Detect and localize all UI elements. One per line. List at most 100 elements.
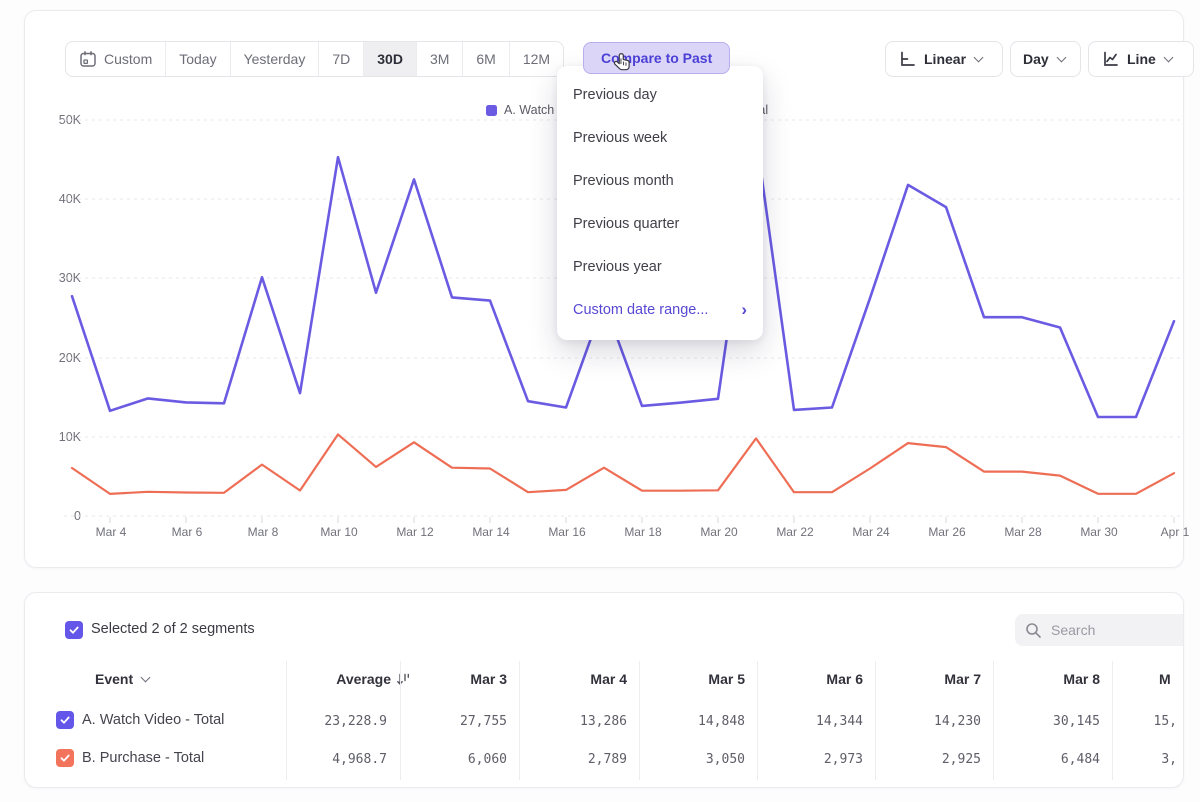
range-button-7d[interactable]: 7D [319,42,364,76]
chevron-down-icon [141,673,150,682]
x-axis-label: Mar 30 [1067,525,1131,539]
date-column-header[interactable]: M [1159,671,1171,687]
x-axis-label: Mar 6 [155,525,219,539]
segments-table-card: Selected 2 of 2 segments Event Average M… [24,592,1184,788]
compare-to-past-button[interactable]: Compare to Past [583,42,730,74]
value-cell: 2,789 [517,752,627,767]
range-button-label: 6M [476,51,495,67]
menu-item-label: Previous quarter [573,216,679,232]
date-column-header[interactable]: Mar 3 [397,671,507,687]
range-button-label: Today [179,51,216,67]
calendar-icon [79,50,97,68]
date-range-group: Custom Today Yesterday 7D 30D 3M 6M 12M [65,41,564,77]
axis-linear-icon [898,50,916,68]
range-button-12m[interactable]: 12M [510,42,563,76]
menu-item-custom-date-range[interactable]: Custom date range... › [557,288,763,331]
line-chart-icon [1101,50,1119,68]
value-cell: 6,060 [397,752,507,767]
y-axis-label: 40K [41,192,81,206]
date-column-header[interactable]: Mar 8 [990,671,1100,687]
legend-swatch [486,105,497,116]
range-button-yesterday[interactable]: Yesterday [231,42,320,76]
menu-item-label: Previous year [573,259,662,275]
chart-type-dropdown[interactable]: Line [1088,41,1194,77]
x-axis-label: Apr 1 [1143,525,1200,539]
range-button-label: Custom [104,51,152,67]
x-axis-label: Mar 12 [383,525,447,539]
average-value: 23,228.9 [277,714,387,729]
value-cell: 3,050 [635,752,745,767]
search-box[interactable] [1015,614,1184,646]
row-checkbox-a-watch-video-total[interactable] [56,711,74,729]
range-button-label: 12M [523,51,550,67]
compare-to-past-menu: Previous day Previous week Previous month P… [557,66,763,340]
chart-type-dropdown-label: Line [1127,51,1156,67]
x-axis-label: Mar 20 [687,525,751,539]
range-button-30d[interactable]: 30D [364,42,417,76]
value-cell: 13,286 [517,714,627,729]
date-column-header[interactable]: Mar 5 [635,671,745,687]
value-cell: 2,973 [753,752,863,767]
range-button-label: 30D [377,51,403,67]
y-axis-label: 20K [41,351,81,365]
average-value: 4,968.7 [277,752,387,767]
select-all-checkbox[interactable] [65,621,83,639]
menu-item-previous-month[interactable]: Previous month [557,159,763,202]
menu-item-label: Previous week [573,130,667,146]
value-cell: 2,925 [871,752,981,767]
range-button-today[interactable]: Today [166,42,230,76]
y-axis-label: 0 [41,509,81,523]
value-cell: 14,230 [871,714,981,729]
x-axis-label: Mar 16 [535,525,599,539]
menu-item-previous-year[interactable]: Previous year [557,245,763,288]
x-axis-label: Mar 10 [307,525,371,539]
x-axis-label: Mar 14 [459,525,523,539]
menu-item-label: Previous month [573,173,674,189]
date-column-header[interactable]: Mar 4 [517,671,627,687]
average-column-header[interactable]: Average [287,671,411,687]
menu-item-previous-quarter[interactable]: Previous quarter [557,202,763,245]
range-button-custom[interactable]: Custom [66,42,166,76]
interval-dropdown[interactable]: Day [1010,41,1081,77]
chevron-down-icon [1057,53,1066,62]
chevron-down-icon [1164,53,1173,62]
x-axis-label: Mar 18 [611,525,675,539]
event-column-header[interactable]: Event [95,671,150,687]
range-button-3m[interactable]: 3M [417,42,463,76]
menu-item-previous-day[interactable]: Previous day [557,73,763,116]
y-axis-label: 10K [41,430,81,444]
row-name: A. Watch Video - Total [82,712,224,728]
x-axis-label: Mar 24 [839,525,903,539]
value-cell: 15, [1067,714,1177,729]
row-checkbox-b-purchase-total[interactable] [56,749,74,767]
chevron-right-icon: › [741,301,747,318]
scale-dropdown-label: Linear [924,51,966,67]
value-cell: 3, [1067,752,1177,767]
x-axis-label: Mar 26 [915,525,979,539]
menu-item-label: Previous day [573,87,657,103]
analytics-dashboard: Custom Today Yesterday 7D 30D 3M 6M 12M Compare… [0,0,1200,802]
row-name: B. Purchase - Total [82,750,204,766]
value-cell: 27,755 [397,714,507,729]
range-button-label: 3M [430,51,449,67]
selected-segments-label: Selected 2 of 2 segments [91,621,255,637]
interval-dropdown-label: Day [1023,51,1049,67]
search-input[interactable] [1049,621,1184,639]
y-axis-label: 50K [41,113,81,127]
menu-item-label: Custom date range... [573,302,708,318]
chevron-down-icon [974,53,983,62]
range-button-label: 7D [332,51,350,67]
range-button-6m[interactable]: 6M [463,42,509,76]
range-button-label: Yesterday [244,51,306,67]
date-column-header[interactable]: Mar 6 [753,671,863,687]
menu-item-previous-week[interactable]: Previous week [557,116,763,159]
value-cell: 14,848 [635,714,745,729]
x-axis-label: Mar 22 [763,525,827,539]
y-axis-label: 30K [41,271,81,285]
date-column-header[interactable]: Mar 7 [871,671,981,687]
x-axis-label: Mar 4 [79,525,143,539]
x-axis-label: Mar 28 [991,525,1055,539]
x-axis-label: Mar 8 [231,525,295,539]
value-cell: 14,344 [753,714,863,729]
scale-dropdown[interactable]: Linear [885,41,1003,77]
